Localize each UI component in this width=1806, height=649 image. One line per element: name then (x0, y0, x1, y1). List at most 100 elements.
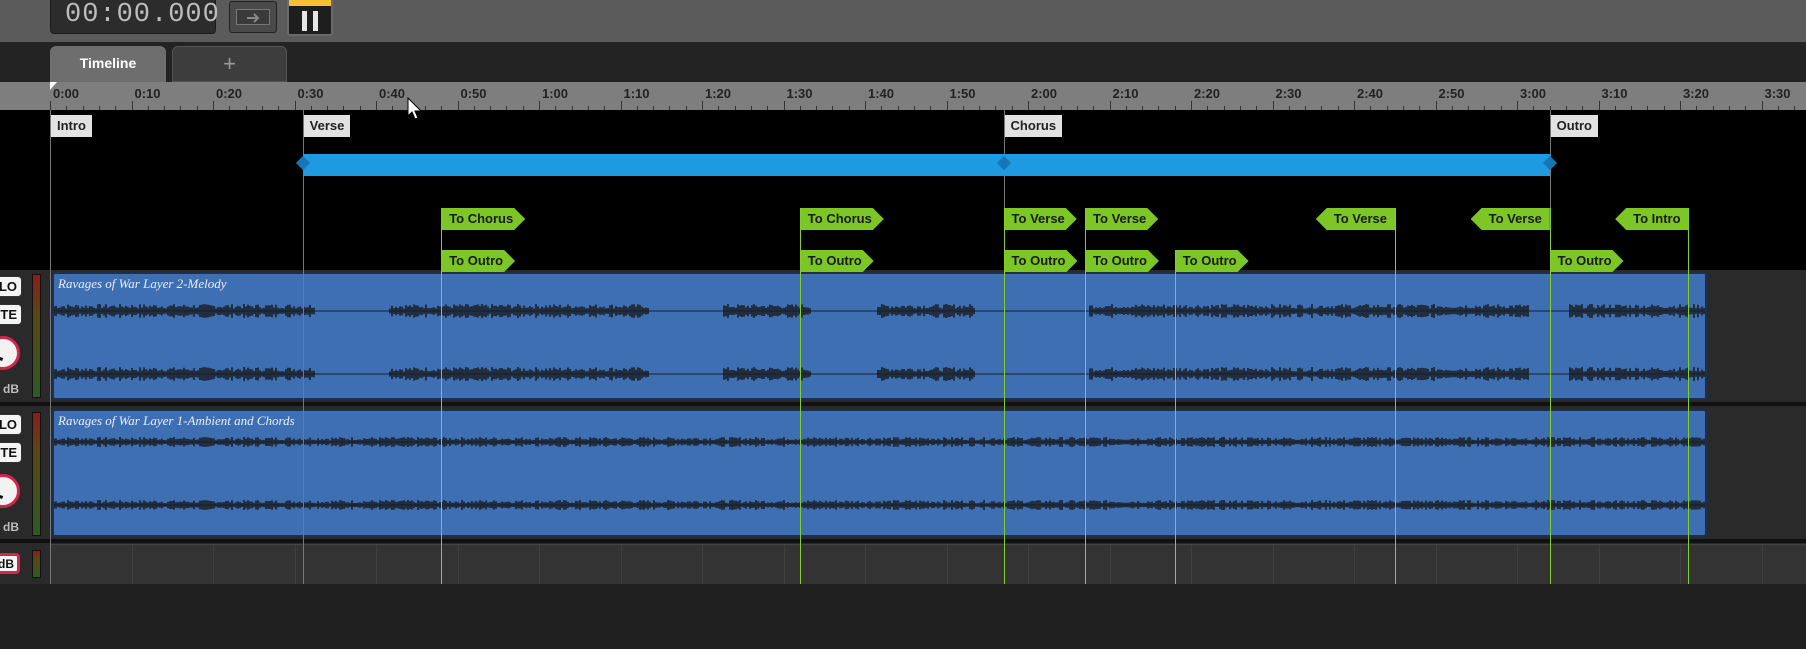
ruler-tick-label: 1:50 (949, 86, 976, 101)
jump-marker-to-outro[interactable]: To Outro (1175, 250, 1249, 272)
grid-line (620, 545, 622, 585)
ruler-tick-label: 2:50 (1438, 86, 1465, 101)
loop-region-bar[interactable] (302, 154, 1550, 176)
ruler-tick-label: 1:30 (786, 86, 813, 101)
footer-area (0, 584, 1806, 649)
ruler-tick (1761, 101, 1763, 110)
jump-marker-line (1085, 208, 1087, 584)
arrow-right-icon (236, 9, 270, 25)
ruler-tick (783, 101, 785, 110)
jump-marker-to-outro[interactable]: To Outro (441, 250, 515, 272)
pause-button[interactable] (287, 0, 333, 36)
ruler-tick (539, 101, 540, 110)
mute-button[interactable]: UTE (0, 442, 22, 463)
jump-marker-to-verse[interactable]: To Verse (1470, 208, 1550, 230)
ruler-tick (376, 101, 377, 110)
master-db-button[interactable]: dB (0, 553, 20, 574)
grid-line (1598, 545, 1600, 585)
grid-line (457, 545, 459, 585)
solo-button[interactable]: LO (0, 414, 22, 435)
grid-line (1680, 545, 1681, 585)
ruler-tick-label: 1:40 (868, 86, 895, 101)
section-marker-intro[interactable]: Intro (51, 115, 92, 137)
grid-line (783, 545, 785, 585)
section-line (302, 110, 304, 584)
grid-line (1761, 545, 1763, 585)
ruler-tick (865, 101, 866, 110)
pause-icon-bar-right (313, 11, 318, 31)
audio-clip-melody[interactable]: Ravages of War Layer 2-Melody (52, 272, 1707, 400)
ruler-tick-label: 0:10 (134, 86, 161, 101)
ruler-tick-label: 3:10 (1601, 86, 1628, 101)
section-marker-chorus[interactable]: Chorus (1004, 115, 1063, 137)
ruler-tick-label: 3:00 (1520, 86, 1547, 101)
playhead-marker[interactable] (50, 82, 57, 90)
ruler-tick (1598, 101, 1600, 110)
ruler-tick (702, 101, 703, 110)
solo-button[interactable]: LO (0, 276, 22, 297)
jump-marker-to-outro[interactable]: To Outro (1085, 250, 1159, 272)
go-to-button[interactable] (229, 1, 277, 33)
tab-timeline[interactable]: Timeline (50, 46, 166, 82)
waveform (54, 304, 1705, 318)
pause-icon-bar-left (302, 11, 307, 31)
jump-marker-to-verse[interactable]: To Verse (1004, 208, 1077, 230)
jump-marker-to-chorus[interactable]: To Chorus (441, 208, 525, 230)
ruler-tick-label: 3:30 (1764, 86, 1791, 101)
grid-line (294, 545, 296, 585)
db-label: dB (3, 382, 19, 396)
jump-marker-to-outro[interactable]: To Outro (1550, 250, 1624, 272)
track-controls-1: LO UTE dB (0, 272, 50, 400)
master-level-meter (32, 550, 41, 578)
ruler-tick (1680, 101, 1681, 110)
jump-marker-to-intro[interactable]: To Intro (1615, 208, 1689, 230)
ruler-tick-label: 2:40 (1357, 86, 1384, 101)
grid-line (1435, 545, 1437, 585)
grid-line (1028, 545, 1029, 585)
section-marker-verse[interactable]: Verse (303, 115, 351, 137)
ruler-tick-label: 2:20 (1194, 86, 1221, 101)
db-label: dB (3, 520, 19, 534)
empty-track[interactable] (50, 544, 1806, 585)
mute-button[interactable]: UTE (0, 304, 22, 325)
app-window: 00:00.000 Timeline + 0:00 0:10 0:20 0:30 0:4… (0, 0, 1806, 649)
jump-marker-to-outro[interactable]: To Outro (800, 250, 874, 272)
ruler-tick (457, 101, 459, 110)
ruler-tick-label: 0:50 (460, 86, 487, 101)
mouse-cursor-icon (407, 97, 423, 120)
ruler-tick (1272, 101, 1274, 110)
jump-marker-line (441, 208, 443, 584)
ruler-tick-label: 2:00 (1031, 86, 1058, 101)
audio-clip-ambient[interactable]: Ravages of War Layer 1-Ambient and Chord… (52, 409, 1707, 537)
jump-marker-line (1688, 208, 1690, 584)
ruler-tick-label: 0:20 (216, 86, 243, 101)
tab-add-button[interactable]: + (172, 46, 287, 82)
ruler-tick (1354, 101, 1355, 110)
pause-button-accent (289, 0, 331, 6)
volume-knob[interactable] (0, 474, 20, 508)
waveform (54, 367, 1705, 381)
grid-line (1354, 545, 1355, 585)
jump-marker-to-chorus[interactable]: To Chorus (800, 208, 884, 230)
track-divider (0, 539, 1806, 543)
jump-marker-to-verse[interactable]: To Verse (1085, 208, 1158, 230)
ruler-tick-label: 3:20 (1683, 86, 1710, 101)
grid-line (1109, 545, 1111, 585)
grid-line (131, 545, 133, 585)
ruler-tick-label: 2:30 (1275, 86, 1302, 101)
jump-marker-to-outro[interactable]: To Outro (1004, 250, 1078, 272)
ruler-tick (1028, 101, 1029, 110)
grid-line (1517, 545, 1518, 585)
ruler-tick-label: 1:10 (623, 86, 650, 101)
ruler-tick (1517, 101, 1518, 110)
section-marker-outro[interactable]: Outro (1550, 115, 1598, 137)
time-display: 00:00.000 (50, 0, 219, 34)
ruler-tick (1109, 101, 1111, 110)
time-ruler[interactable]: 0:00 0:10 0:20 0:30 0:40 0:50 1:00 1:10 1:20 1:30… (0, 82, 1806, 110)
ruler-tick (1191, 101, 1192, 110)
ruler-tick (213, 101, 214, 110)
arrangement-lane (0, 110, 1806, 270)
volume-knob[interactable] (0, 336, 20, 370)
jump-marker-to-verse[interactable]: To Verse (1315, 208, 1395, 230)
ruler-tick-label: 0:30 (297, 86, 324, 101)
